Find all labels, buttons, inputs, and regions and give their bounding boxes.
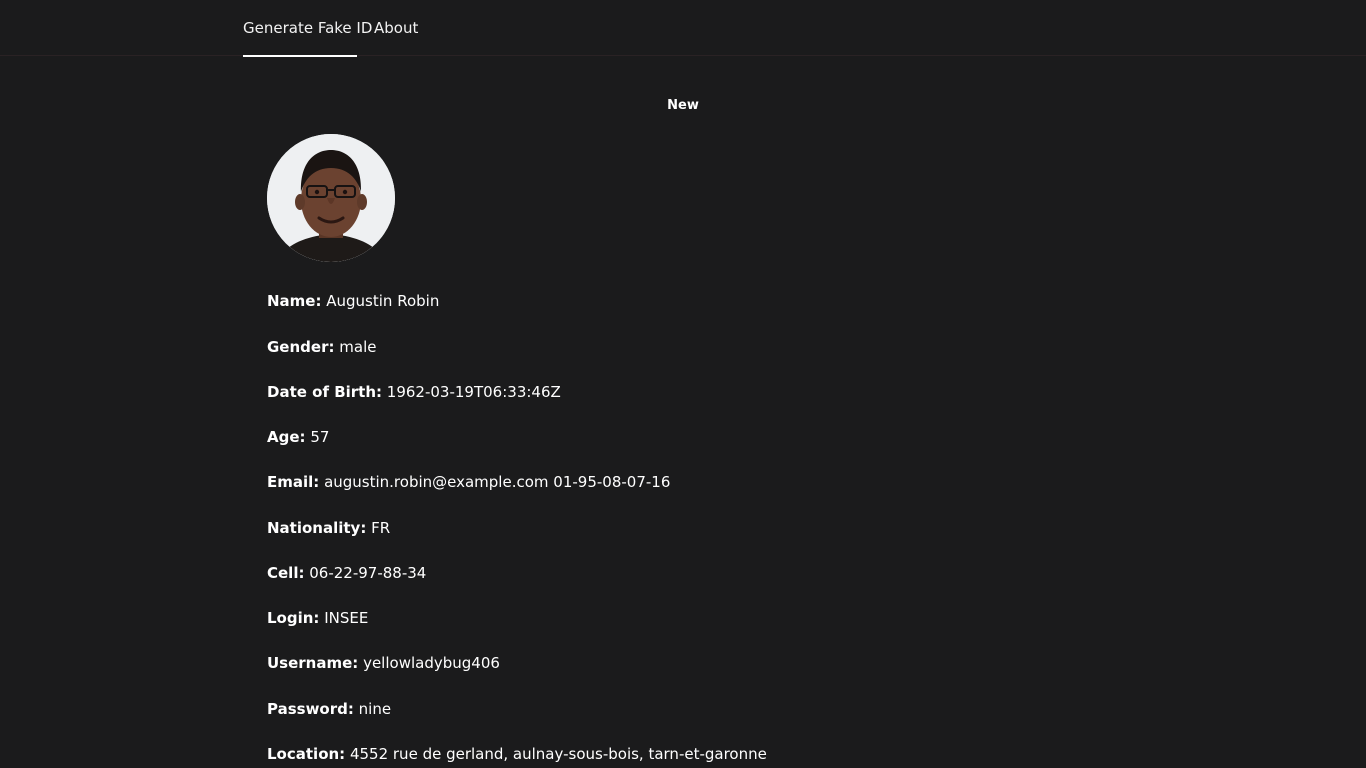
field-name-label: Name: [267, 292, 322, 310]
field-cell: Cell: 06-22-97-88-34 [267, 563, 426, 583]
field-name: Name: Augustin Robin [267, 291, 439, 311]
person-photo-icon [267, 134, 395, 262]
field-location-value: 4552 rue de gerland, aulnay-sous-bois, t… [349, 745, 767, 763]
field-cell-value: 06-22-97-88-34 [309, 564, 427, 582]
field-username: Username: yellowladybug406 [267, 653, 500, 673]
field-cell-label: Cell: [267, 564, 305, 582]
field-password-value: nine [358, 700, 392, 718]
active-tab-indicator [243, 55, 357, 57]
tab-about-label: About [374, 19, 419, 37]
field-gender-label: Gender: [267, 338, 335, 356]
field-email-label: Email: [267, 473, 320, 491]
field-password: Password: nine [267, 699, 391, 719]
field-password-label: Password: [267, 700, 354, 718]
field-date-of-birth: Date of Birth: 1962-03-19T06:33:46Z [267, 382, 561, 402]
field-name-value: Augustin Robin [326, 292, 440, 310]
new-button[interactable]: New [650, 94, 716, 118]
avatar [267, 134, 395, 262]
field-email-value: augustin.robin@example.com 01-95-08-07-1… [324, 473, 671, 491]
field-age: Age: 57 [267, 427, 329, 447]
tab-about[interactable]: About [374, 0, 418, 56]
field-username-value: yellowladybug406 [363, 654, 500, 672]
field-login-value: INSEE [324, 609, 369, 627]
field-gender-value: male [339, 338, 377, 356]
field-nationality: Nationality: FR [267, 518, 390, 538]
field-gender: Gender: male [267, 337, 376, 357]
field-location-label: Location: [267, 745, 346, 763]
tab-generate-fake-id[interactable]: Generate Fake ID [243, 0, 372, 57]
field-date-of-birth-value: 1962-03-19T06:33:46Z [386, 383, 561, 401]
field-nationality-label: Nationality: [267, 519, 367, 537]
field-login: Login: INSEE [267, 608, 368, 628]
field-login-label: Login: [267, 609, 320, 627]
field-date-of-birth-label: Date of Birth: [267, 383, 383, 401]
top-navigation: Generate Fake ID About [0, 0, 1366, 57]
field-nationality-value: FR [371, 519, 391, 537]
tab-generate-fake-id-label: Generate Fake ID [243, 19, 373, 37]
field-username-label: Username: [267, 654, 359, 672]
field-age-value: 57 [310, 428, 330, 446]
field-location: Location: 4552 rue de gerland, aulnay-so… [267, 744, 767, 764]
field-email: Email: augustin.robin@example.com 01-95-… [267, 472, 670, 492]
field-age-label: Age: [267, 428, 306, 446]
